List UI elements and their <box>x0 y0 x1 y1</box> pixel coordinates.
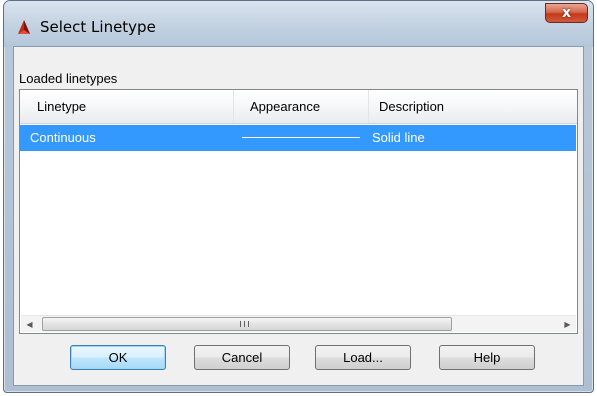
close-button[interactable]: x <box>545 3 588 23</box>
linetype-list[interactable]: Linetype Appearance Description Continuo… <box>19 89 578 334</box>
ok-button[interactable]: OK <box>70 345 166 370</box>
loaded-linetypes-label: Loaded linetypes <box>19 71 118 86</box>
window-title: Select Linetype <box>40 18 156 36</box>
column-header-linetype[interactable]: Linetype <box>20 90 234 123</box>
scroll-right-arrow-icon[interactable]: ▶ <box>559 316 576 332</box>
title-bar[interactable]: Select Linetype x <box>4 1 593 47</box>
help-button[interactable]: Help <box>439 345 535 370</box>
table-row[interactable]: Continuous Solid line <box>20 125 576 151</box>
row-description-cell: Solid line <box>372 130 425 145</box>
horizontal-scrollbar[interactable]: ◀ ▶ <box>21 315 576 332</box>
column-header-description[interactable]: Description <box>369 90 577 123</box>
load-button[interactable]: Load... <box>315 345 411 370</box>
scroll-left-arrow-icon[interactable]: ◀ <box>21 316 38 332</box>
column-header-appearance[interactable]: Appearance <box>234 90 369 123</box>
close-icon: x <box>561 5 572 21</box>
scrollbar-thumb[interactable] <box>42 317 452 331</box>
list-header: Linetype Appearance Description <box>20 90 577 124</box>
scrollbar-grip-icon <box>240 321 249 327</box>
autocad-app-icon <box>18 20 30 34</box>
row-linetype-cell: Continuous <box>30 130 96 145</box>
cancel-button[interactable]: Cancel <box>194 345 290 370</box>
solid-line-appearance-sample <box>242 137 360 138</box>
